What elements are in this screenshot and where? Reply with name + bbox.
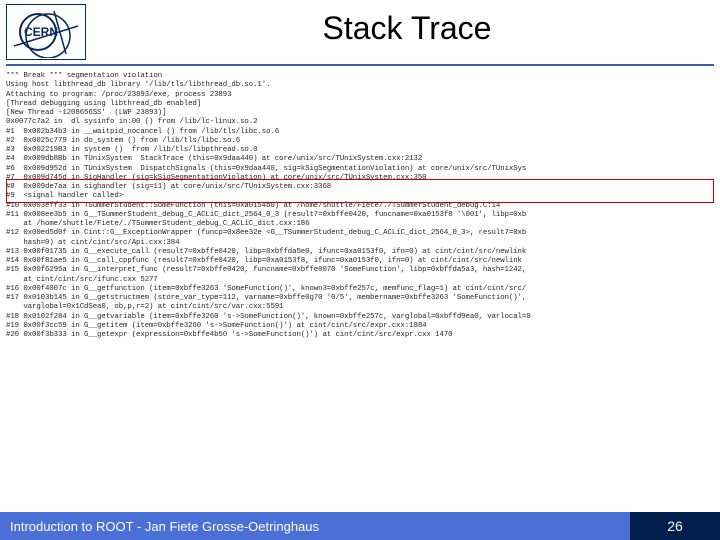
header: CERN Stack Trace bbox=[0, 0, 720, 60]
stack-trace-area: *** Break *** segmentation violation Usi… bbox=[6, 72, 714, 504]
footer-right: 26 bbox=[630, 512, 720, 540]
footer-left: Introduction to ROOT - Jan Fiete Grosse-… bbox=[0, 512, 630, 540]
cern-logo: CERN bbox=[6, 4, 86, 60]
svg-text:CERN: CERN bbox=[24, 25, 58, 39]
slide: CERN Stack Trace *** Break *** segmentat… bbox=[0, 0, 720, 540]
footer: Introduction to ROOT - Jan Fiete Grosse-… bbox=[0, 512, 720, 540]
stack-trace-text: *** Break *** segmentation violation Usi… bbox=[6, 72, 714, 340]
page-title: Stack Trace bbox=[94, 4, 720, 47]
header-divider bbox=[6, 64, 714, 66]
